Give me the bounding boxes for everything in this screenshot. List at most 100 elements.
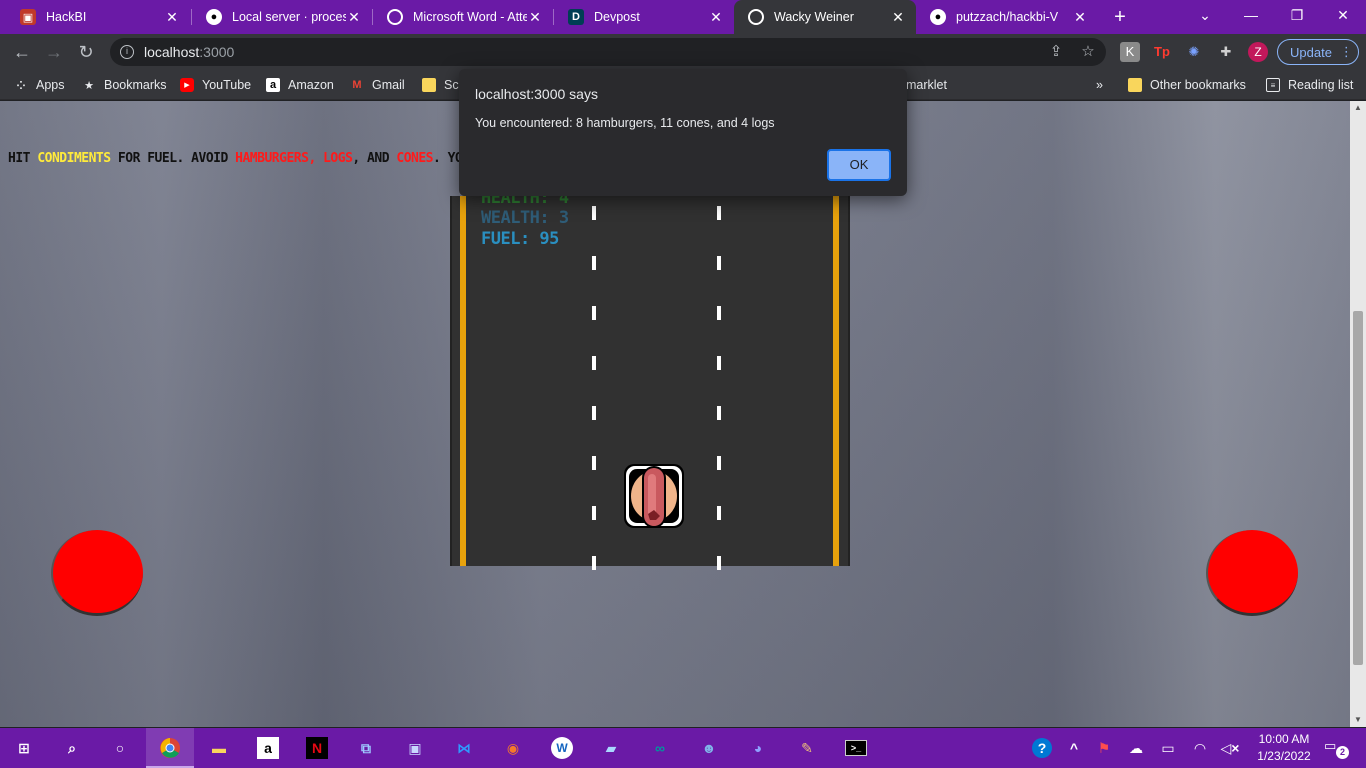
close-icon[interactable]: ✕ bbox=[346, 9, 362, 26]
right-control-button[interactable] bbox=[1206, 530, 1298, 616]
scroll-up-arrow-icon[interactable]: ▲ bbox=[1350, 101, 1366, 115]
app-icon-w[interactable]: W bbox=[548, 734, 576, 762]
address-bar[interactable]: i localhost:3000 ⇪ ☆ bbox=[110, 38, 1106, 66]
bookmark-folder[interactable]: Scl bbox=[422, 76, 461, 94]
close-icon[interactable]: ✕ bbox=[527, 9, 543, 26]
ok-button[interactable]: OK bbox=[827, 149, 891, 181]
puzzle-icon[interactable]: ✚ bbox=[1216, 42, 1236, 62]
site-info-icon[interactable]: i bbox=[120, 45, 134, 59]
lane-dash bbox=[592, 456, 596, 470]
show-hidden-icons-chevron[interactable]: ^ bbox=[1060, 734, 1088, 762]
windows-taskbar: ⊞ ⌕ ○ ▬ a N ⧉ ▣ ⋈ ◉ W ▰ ∞ ☻ ◕ ✎ >_ ? ^ ⚑… bbox=[0, 728, 1366, 768]
bookmark-other[interactable]: Other bookmarks bbox=[1128, 76, 1246, 94]
network-app-icon[interactable]: ⧉ bbox=[352, 734, 380, 762]
tab-microsoft-word[interactable]: Microsoft Word - Atte ✕ bbox=[373, 0, 553, 34]
left-control-button[interactable] bbox=[51, 530, 143, 616]
scroll-down-arrow-icon[interactable]: ▼ bbox=[1350, 713, 1366, 727]
tab-putzzach-hackbi[interactable]: ● putzzach/hackbi-V ✕ bbox=[916, 0, 1098, 34]
amazon-taskbar-icon[interactable]: a bbox=[254, 734, 282, 762]
search-icon[interactable]: ⌕ bbox=[58, 734, 86, 762]
close-icon[interactable]: ✕ bbox=[164, 9, 180, 26]
file-explorer-icon[interactable]: ▬ bbox=[205, 734, 233, 762]
bookmark-gmail[interactable]: M Gmail bbox=[350, 76, 404, 94]
youtube-icon: ▶ bbox=[180, 78, 194, 92]
globe-icon bbox=[748, 9, 764, 25]
tab-search-chevron-icon[interactable]: ⌄ bbox=[1182, 0, 1228, 30]
update-button[interactable]: Update ⋮ bbox=[1277, 39, 1359, 65]
github-icon: ● bbox=[930, 9, 946, 25]
notes-app-icon[interactable]: ▰ bbox=[597, 734, 625, 762]
lane-dash bbox=[592, 206, 596, 220]
close-icon[interactable]: ✕ bbox=[708, 9, 724, 26]
bookmark-apps[interactable]: ⁘ Apps bbox=[14, 76, 64, 94]
close-icon[interactable]: ✕ bbox=[890, 9, 906, 26]
new-tab-button[interactable]: + bbox=[1108, 5, 1132, 29]
tab-wacky-weiner[interactable]: Wacky Weiner ✕ bbox=[734, 0, 916, 34]
lane-dash bbox=[717, 456, 721, 470]
reading-list[interactable]: ≡ Reading list bbox=[1266, 76, 1353, 94]
wifi-icon[interactable]: ◠ bbox=[1186, 734, 1214, 762]
netflix-icon[interactable]: N bbox=[303, 734, 331, 762]
close-window-button[interactable]: ✕ bbox=[1320, 0, 1366, 30]
vscode-icon[interactable]: ⋈ bbox=[450, 734, 478, 762]
game-canvas[interactable]: HEALTH: 4 WEALTH: 3 FUEL: 95 bbox=[450, 188, 850, 570]
lane-dash bbox=[717, 256, 721, 270]
reload-button[interactable]: ↻ bbox=[74, 40, 98, 64]
discord-icon[interactable]: ◕ bbox=[744, 734, 772, 762]
lane-dash bbox=[717, 306, 721, 320]
notification-center-icon[interactable]: ▭ 2 bbox=[1324, 738, 1349, 759]
device-manager-icon[interactable]: ▣ bbox=[401, 734, 429, 762]
extension-icon[interactable]: K bbox=[1120, 42, 1140, 62]
back-button[interactable]: ← bbox=[10, 40, 34, 64]
devpost-icon: D bbox=[568, 9, 584, 25]
bookmarks-overflow-chevron[interactable]: » bbox=[1096, 76, 1103, 94]
battery-icon[interactable]: ▭ bbox=[1154, 734, 1182, 762]
minimize-button[interactable]: — bbox=[1228, 0, 1274, 30]
profile-avatar[interactable]: Z bbox=[1248, 42, 1268, 62]
lane-dash bbox=[717, 556, 721, 570]
close-icon[interactable]: ✕ bbox=[1072, 9, 1088, 26]
system-clock[interactable]: 10:00 AM 1/23/2022 bbox=[1248, 731, 1320, 765]
browser-toolbar: ← → ↻ i localhost:3000 ⇪ ☆ K Tp ✺ ✚ Z Up… bbox=[0, 34, 1366, 70]
lane-dash bbox=[717, 406, 721, 420]
lane-dash bbox=[717, 206, 721, 220]
bookmark-star-icon[interactable]: ☆ bbox=[1078, 42, 1098, 62]
bookmark-marklet[interactable]: marklet bbox=[906, 76, 947, 94]
blender-icon[interactable]: ◉ bbox=[499, 734, 527, 762]
volume-muted-icon[interactable]: ◁× bbox=[1216, 734, 1244, 762]
help-icon[interactable]: ? bbox=[1028, 734, 1056, 762]
tab-devpost[interactable]: D Devpost ✕ bbox=[554, 0, 734, 34]
restore-button[interactable]: ❐ bbox=[1274, 0, 1320, 30]
onedrive-icon[interactable]: ☁ bbox=[1122, 734, 1150, 762]
bookmark-bookmarks[interactable]: ★ Bookmarks bbox=[82, 76, 166, 94]
bookmark-youtube[interactable]: ▶ YouTube bbox=[180, 76, 251, 94]
tab-hackbi[interactable]: ▣ HackBI ✕ bbox=[6, 0, 190, 34]
tray-app-icon[interactable]: ⚑ bbox=[1090, 734, 1118, 762]
star-icon: ★ bbox=[84, 79, 94, 92]
forward-button[interactable]: → bbox=[42, 40, 66, 64]
scroll-thumb[interactable] bbox=[1353, 311, 1363, 665]
amazon-icon: a bbox=[266, 78, 280, 92]
alert-title: localhost:3000 says bbox=[475, 86, 598, 102]
arduino-icon[interactable]: ∞ bbox=[646, 734, 674, 762]
terminal-icon[interactable]: >_ bbox=[842, 734, 870, 762]
road-edge-right bbox=[833, 196, 839, 566]
lane-dash bbox=[592, 356, 596, 370]
bookmark-amazon[interactable]: a Amazon bbox=[266, 76, 334, 94]
reading-list-icon: ≡ bbox=[1266, 78, 1280, 92]
paint-icon[interactable]: ✎ bbox=[793, 734, 821, 762]
cortana-icon[interactable]: ○ bbox=[106, 734, 134, 762]
windows-start-icon[interactable]: ⊞ bbox=[10, 734, 38, 762]
hotdog-player-sprite bbox=[624, 464, 684, 528]
godot-icon[interactable]: ☻ bbox=[695, 734, 723, 762]
tab-local-server[interactable]: ● Local server · processin ✕ bbox=[192, 0, 372, 34]
share-icon[interactable]: ⇪ bbox=[1046, 42, 1066, 62]
page-scrollbar[interactable]: ▲ ▼ bbox=[1350, 101, 1366, 727]
globe-icon bbox=[387, 9, 403, 25]
tp-extension-icon[interactable]: Tp bbox=[1152, 42, 1172, 62]
gear-extension-icon[interactable]: ✺ bbox=[1184, 42, 1204, 62]
alert-message: You encountered: 8 hamburgers, 11 cones,… bbox=[475, 116, 775, 130]
chrome-icon[interactable] bbox=[156, 734, 184, 762]
hud-fuel: FUEL: 95 bbox=[481, 229, 559, 249]
hackbi-icon: ▣ bbox=[20, 9, 36, 25]
